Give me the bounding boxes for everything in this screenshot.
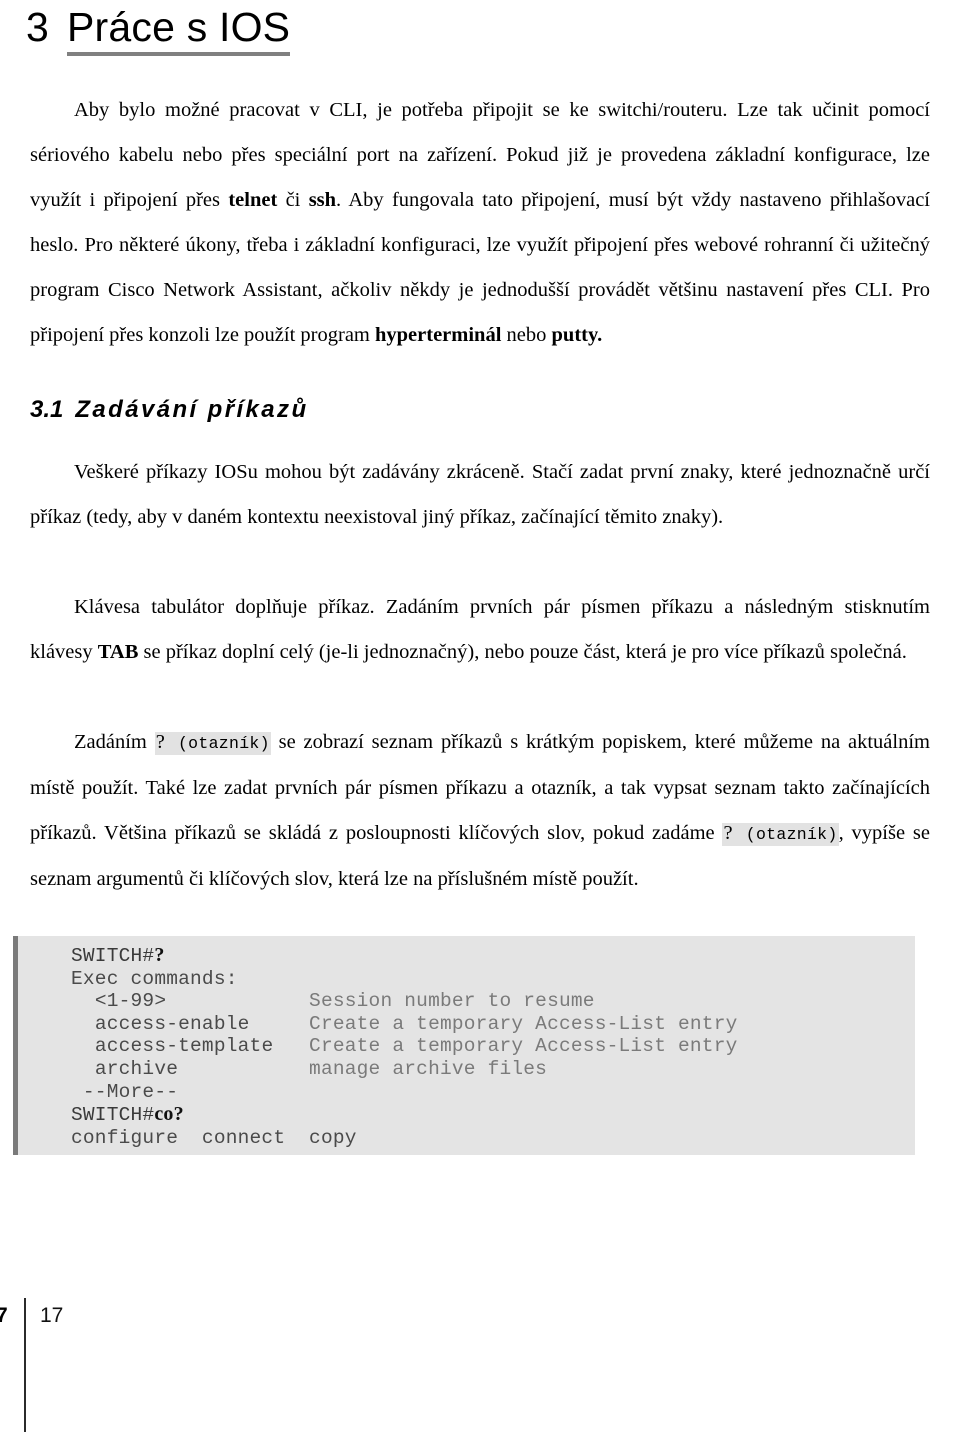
footer-number-right: 17 — [40, 1304, 64, 1327]
paragraph-intro: Aby bylo možné pracovat v CLI, je potřeb… — [30, 88, 930, 358]
term-hyperterminal: hyperterminál — [375, 324, 502, 346]
footer-divider — [24, 1298, 26, 1432]
paragraph-intro-part4: nebo — [501, 324, 552, 346]
terminal-command: access-enable — [94, 1012, 310, 1035]
term-putty: putty. — [551, 324, 603, 346]
terminal-line: archive manage archive files — [18, 1058, 915, 1081]
terminal-line: access-enable Create a temporary Access-… — [18, 1013, 915, 1036]
terminal-description: Session number to resume — [309, 990, 595, 1013]
terminal-line: SWITCH#? — [18, 944, 915, 968]
paragraph-abbreviation: Veškeré příkazy IOSu mohou být zadávány … — [30, 461, 930, 528]
terminal-line: --More-- — [18, 1081, 915, 1104]
terminal-prompt: SWITCH# — [71, 1104, 155, 1127]
terminal-command: archive — [94, 1057, 310, 1080]
page-title-text: Práce s IOS — [67, 5, 291, 57]
section-number: 3.1 — [30, 396, 64, 423]
terminal-line: SWITCH#co? — [18, 1103, 915, 1127]
paragraph-question-mark: Zadáním ? (otazník) se zobrazí seznam př… — [30, 720, 930, 902]
terminal-description: Create a temporary Access-List entry — [309, 1012, 738, 1035]
terminal-typed-input: ? — [154, 944, 165, 966]
paragraph-block-tab: Klávesa tabulátor doplňuje příkaz. Zadán… — [30, 585, 930, 675]
terminal-line: configure connect copy — [18, 1127, 915, 1150]
inline-code-label-2: (otazník) — [732, 825, 838, 844]
terminal-command: <1-99> — [94, 990, 310, 1013]
terminal-prompt: SWITCH# — [71, 945, 155, 967]
term-telnet: telnet — [228, 189, 278, 211]
question-mark-glyph-1: ? — [155, 731, 166, 753]
terminal-description: Create a temporary Access-List entry — [309, 1035, 738, 1058]
paragraph-tab-key: Klávesa tabulátor doplňuje příkaz. Zadán… — [30, 585, 930, 675]
term-tab-key: TAB — [97, 641, 139, 663]
paragraph-block-question-mark: Zadáním ? (otazník) se zobrazí seznam př… — [30, 720, 930, 902]
paragraph-block-abbrev: Veškeré příkazy IOSu mohou být zadávány … — [30, 450, 930, 540]
paragraph-tab-part2: se příkaz doplní celý (je-li jednoznačný… — [138, 641, 907, 663]
terminal-line: <1-99> Session number to resume — [18, 990, 915, 1013]
term-ssh: ssh — [308, 189, 337, 211]
footer-number-left: 7 — [0, 1304, 8, 1327]
page-footer: 7 17 — [0, 1298, 200, 1432]
terminal-output-block: SWITCH#? Exec commands: <1-99> Session nu… — [13, 936, 915, 1156]
section-heading-3-1: 3.1 Zadávání příkazů — [30, 396, 309, 424]
terminal-line: access-template Create a temporary Acces… — [18, 1035, 915, 1058]
section-title: Zadávání příkazů — [75, 396, 309, 423]
terminal-command: access-template — [94, 1035, 310, 1058]
paragraph-intro-part2: či — [277, 189, 309, 211]
inline-code-question-mark-2: ? (otazník) — [722, 822, 839, 846]
terminal-description: manage archive files — [309, 1057, 548, 1080]
intro-paragraph-block: Aby bylo možné pracovat v CLI, je potřeb… — [30, 88, 930, 358]
terminal-typed-input: co? — [154, 1103, 184, 1126]
terminal-line: Exec commands: — [18, 968, 915, 991]
paragraph-qm-part1: Zadáním — [74, 731, 155, 753]
paragraph-intro-part3: . Aby fungovala tato připojení, musí být… — [30, 189, 931, 346]
page-title: 3 Práce s IOS — [26, 4, 291, 57]
inline-code-question-mark-1: ? (otazník) — [154, 731, 271, 755]
terminal-command: Exec commands: — [71, 967, 238, 990]
terminal-command: configure connect copy — [71, 1126, 357, 1149]
inline-code-label-1: (otazník) — [165, 734, 270, 753]
question-mark-glyph-2: ? — [723, 822, 733, 844]
page-title-number: 3 — [26, 4, 50, 50]
terminal-command: --More-- — [82, 1080, 179, 1103]
